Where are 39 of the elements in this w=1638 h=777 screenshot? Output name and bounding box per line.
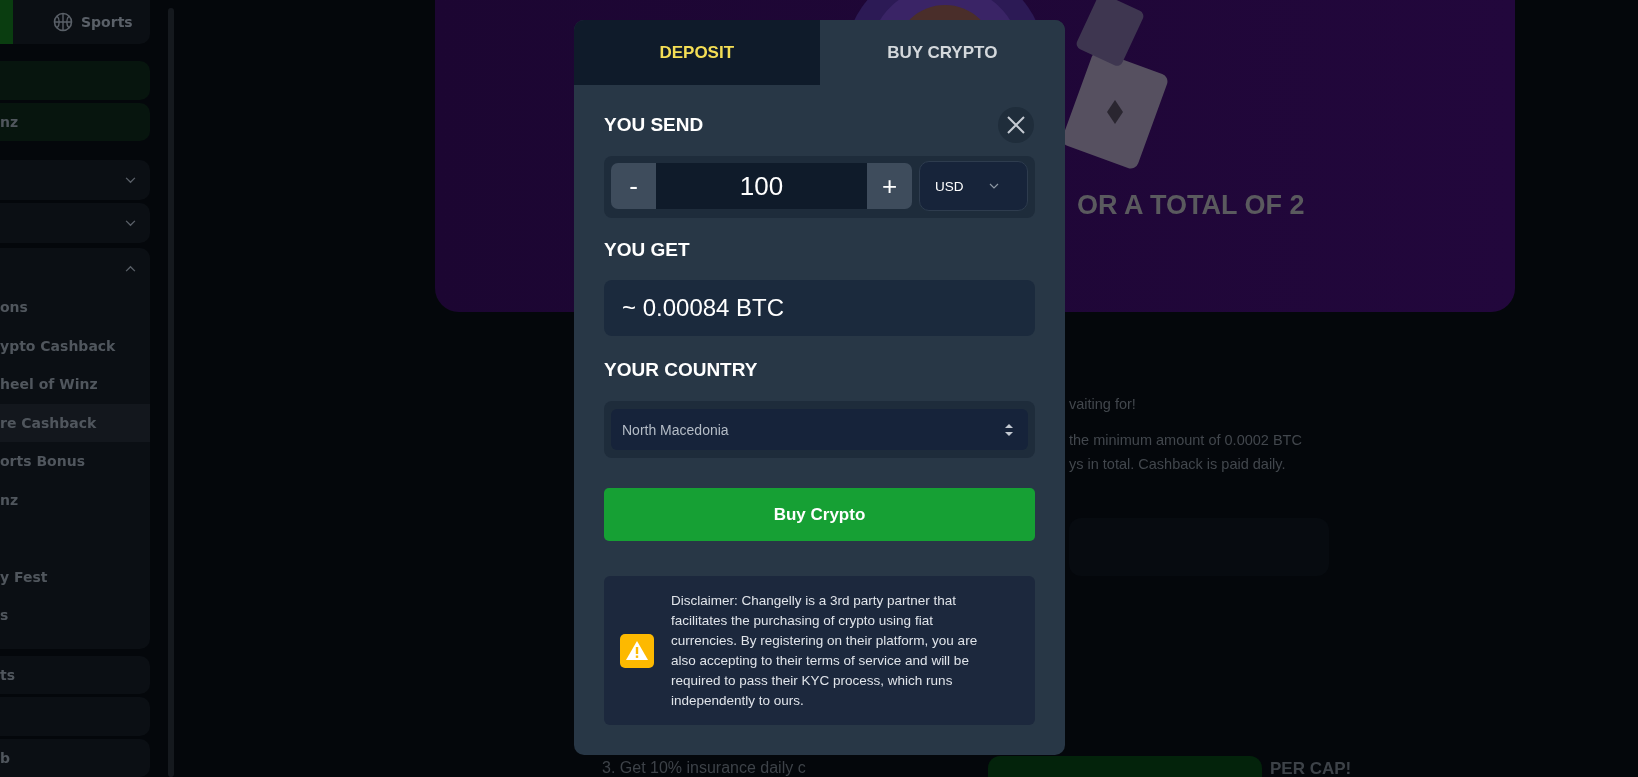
chevron-up-icon[interactable] [125,264,136,272]
sidebar-group[interactable]: ons ypto Cashback heel of Winz re Cashback orts Bonus nz y Fest s [0,248,150,649]
result-field: ~ 0.00084 BTC [604,280,1035,336]
submenu-item[interactable]: re Cashback [0,403,150,443]
warning-icon [620,633,654,668]
submenu-item[interactable]: ypto Cashback [0,326,150,366]
basketball-icon [53,12,73,33]
country-select[interactable]: North Macedonia [611,409,1028,450]
banner-headline: OR A TOTAL OF 2 [1077,190,1305,221]
chevron-down-icon[interactable] [125,176,136,184]
submenu-item[interactable]: nz [0,480,150,520]
amount-field[interactable]: 100 [656,163,867,209]
submenu-item[interactable]: orts Bonus [0,442,150,481]
chevron-down-icon[interactable] [989,183,999,189]
close-button[interactable] [998,107,1034,143]
sidebar-item[interactable]: nz [0,102,150,142]
list-item: PER CAP! [1270,759,1352,777]
list-item: 3. Get 10% insurance daily c [602,759,806,777]
disclaimer-text: Disclaimer: Changelly is a 3rd party partner that facilitates the purchasing of crypto using fiat currencies. By registering on their platform, you are also accepting to their terms of service and will be required to pass their KYC process, which runs independently to ours. [671,591,979,710]
close-icon[interactable] [1006,115,1026,135]
section-heading: YOU GET [604,238,691,262]
sort-arrows-icon[interactable] [1004,421,1014,438]
increase-button[interactable]: + [867,163,912,209]
paragraph: vaiting for! [1069,395,1137,414]
buy-crypto-button[interactable]: Buy Crypto [604,488,1035,541]
submenu-item[interactable]: y Fest [0,557,150,597]
paragraph: the minimum amount of 0.0002 BTC ys in total. Cashback is paid daily. [1069,431,1303,474]
sidebar-tab[interactable] [0,0,13,45]
submenu-item[interactable]: s [0,596,150,635]
sidebar-item[interactable]: b [0,738,150,777]
currency-dropdown[interactable]: USD [919,161,1028,211]
decrease-button[interactable]: - [611,163,656,209]
chevron-down-icon[interactable] [125,219,136,227]
section-heading: YOU SEND [604,114,704,136]
submenu-item[interactable]: heel of Winz [0,365,150,404]
dialog-tab[interactable]: DEPOSIT [574,20,820,85]
sidebar-item[interactable]: ts [0,655,150,695]
submenu-item[interactable]: ons [0,288,150,327]
section-heading: YOUR COUNTRY [604,358,759,382]
